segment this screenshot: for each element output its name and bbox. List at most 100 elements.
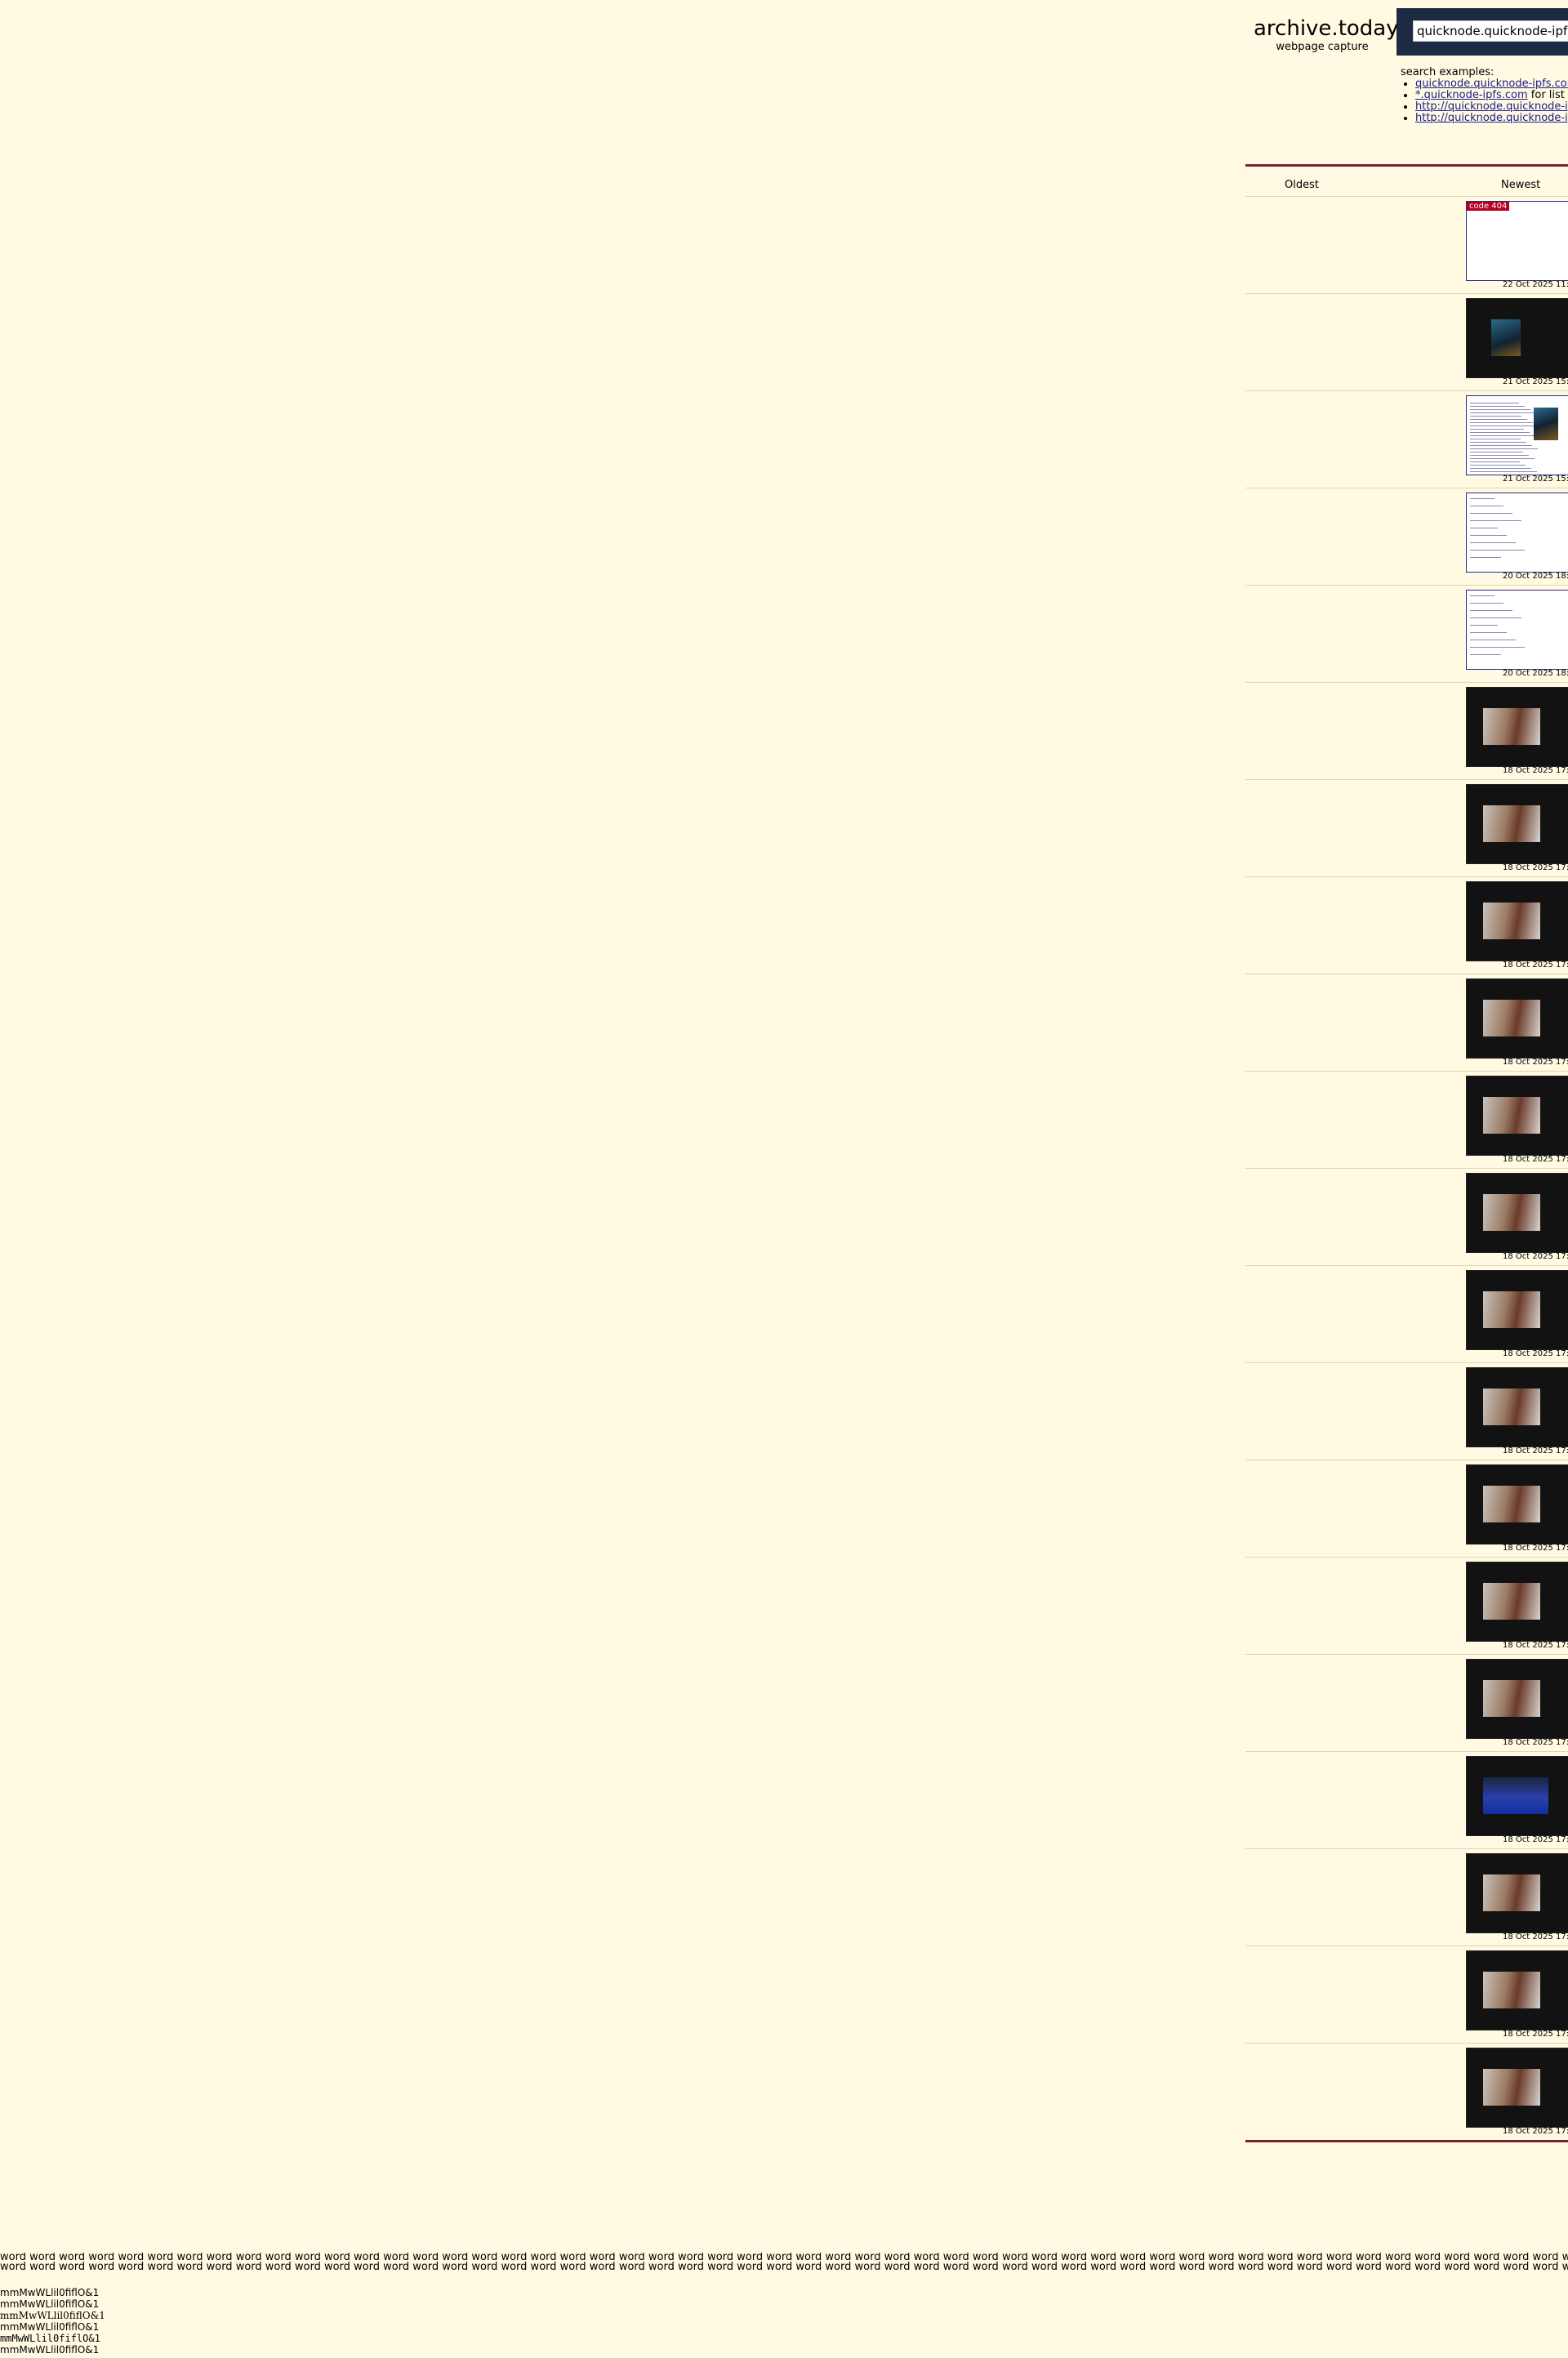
document-line [1470,542,1516,543]
capture-thumbnail[interactable] [1466,1270,1568,1350]
capture-thumbnail[interactable] [1466,978,1568,1059]
thumbnail-image [1483,1389,1540,1425]
capture-thumbnail[interactable] [1466,298,1568,378]
capture-timestamp: 18 Oct 2025 17:2 [1503,1349,1568,1358]
captures-list: code 404 22 Oct 2025 11:1 21 Oct 2025 15:3… [1245,197,1568,2141]
capture-row: 18 Oct 2025 17:2 [1245,1849,1568,1946]
document-line [1470,429,1524,430]
logo-link[interactable]: archive.today [1254,16,1399,41]
document-line [1470,465,1526,466]
thumbnail-image [1483,805,1540,842]
thumbnail-image [1483,1680,1540,1717]
document-line [1470,416,1521,417]
capture-thumbnail[interactable] [1466,1076,1568,1156]
document-line [1470,535,1507,536]
capture-thumbnail[interactable] [1466,493,1568,573]
capture-timestamp: 18 Oct 2025 17:2 [1503,1738,1568,1747]
document-line [1470,419,1527,420]
capture-row: 21 Oct 2025 15:3 [1245,294,1568,391]
document-line [1470,610,1512,611]
capture-timestamp: 18 Oct 2025 17:2 [1503,1932,1568,1941]
capture-timestamp: 18 Oct 2025 17:2 [1503,1641,1568,1650]
capture-timestamp: 18 Oct 2025 17:2 [1503,1446,1568,1455]
capture-timestamp: 18 Oct 2025 17:2 [1503,1544,1568,1553]
capture-thumbnail[interactable] [1466,1853,1568,1933]
capture-thumbnail[interactable] [1466,1562,1568,1642]
capture-row: 18 Oct 2025 17:2 [1245,1169,1568,1266]
capture-row: 18 Oct 2025 17:2 [1245,683,1568,780]
document-line [1470,654,1501,655]
capture-timestamp: 20 Oct 2025 18:2 [1503,669,1568,678]
column-oldest: Oldest [1285,179,1319,191]
logo: archive.today webpage capture [1254,16,1399,54]
capture-thumbnail[interactable] [1466,1950,1568,2030]
capture-row: 18 Oct 2025 17:2 [1245,780,1568,877]
document-line [1470,442,1526,443]
capture-timestamp: 21 Oct 2025 15:3 [1503,377,1568,386]
search-example-link[interactable]: http://quicknode.quicknode-ipfs.co [1415,100,1568,113]
capture-thumbnail[interactable] [1466,590,1568,670]
capture-row: 18 Oct 2025 17:2 [1245,877,1568,974]
font-sample-line: mmMwWLlil0fiflO&1 [0,2344,100,2356]
capture-row: 18 Oct 2025 17:2 [1245,2044,1568,2141]
capture-row: code 404 22 Oct 2025 11:1 [1245,197,1568,294]
document-line [1470,557,1501,558]
document-line [1470,647,1525,648]
search-bar [1396,8,1568,56]
thumbnail-image [1483,1583,1540,1620]
document-line [1470,625,1498,626]
capture-thumbnail[interactable] [1466,395,1568,475]
capture-timestamp: 18 Oct 2025 17:2 [1503,1058,1568,1067]
search-example-link[interactable]: quicknode.quicknode-ipfs.com [1415,78,1568,90]
search-example-link[interactable]: http://quicknode.quicknode-ipfs.co [1415,112,1568,124]
document-line [1470,422,1533,423]
font-sample-line: mmMwWLlil0fiflO&1 [0,2310,105,2321]
thumbnail-image [1483,1097,1540,1134]
search-example-item: http://quicknode.quicknode-ipfs.co [1415,101,1568,113]
font-sample-line: mmMwWLlil0fiflO&1 [0,2298,100,2310]
error-badge: code 404 [1467,202,1510,211]
thumbnail-image [1483,1777,1548,1814]
capture-thumbnail[interactable] [1466,1367,1568,1447]
capture-row: 18 Oct 2025 17:2 [1245,1363,1568,1460]
capture-row: 18 Oct 2025 17:2 [1245,1558,1568,1655]
capture-thumbnail[interactable] [1466,881,1568,961]
capture-timestamp: 22 Oct 2025 11:1 [1503,280,1568,289]
document-line [1470,458,1535,459]
document-line [1470,617,1521,618]
search-example-item: *.quicknode-ipfs.com for list of sub [1415,90,1568,101]
document-line [1470,603,1503,604]
font-sample-line: mmMwWLlil0fiflO&1 [0,2321,100,2333]
thumbnail-image [1491,319,1521,356]
filler-text: word word word word word word word word … [0,2253,1568,2272]
capture-thumbnail[interactable] [1466,784,1568,864]
capture-thumbnail[interactable] [1466,2048,1568,2128]
capture-thumbnail[interactable] [1466,687,1568,767]
capture-timestamp: 18 Oct 2025 17:2 [1503,2030,1568,2039]
search-input[interactable] [1413,20,1568,42]
filler-line: word word word word word word word word … [0,2261,1568,2272]
logo-subtitle: webpage capture [1276,41,1369,53]
search-example-note: for list of sub [1530,89,1568,101]
capture-thumbnail[interactable] [1466,1756,1568,1836]
capture-row: 21 Oct 2025 15:3 [1245,391,1568,488]
column-headers: Oldest Newest [1245,175,1568,197]
document-line [1470,513,1512,514]
capture-thumbnail[interactable] [1466,1173,1568,1253]
capture-row: 18 Oct 2025 17:2 [1245,1946,1568,2044]
search-example-item: quicknode.quicknode-ipfs.com for [1415,78,1568,90]
thumbnail-image [1483,708,1540,745]
capture-row: 18 Oct 2025 17:2 [1245,1460,1568,1558]
document-line [1470,455,1529,456]
capture-timestamp: 18 Oct 2025 17:2 [1503,1155,1568,1164]
capture-thumbnail[interactable] [1466,1659,1568,1739]
search-examples-heading: search examples: [1401,66,1494,78]
font-sample-line: mmMwWLlil0fiflO&1 [0,2333,100,2344]
capture-row: 18 Oct 2025 17:2 [1245,974,1568,1072]
capture-thumbnail[interactable] [1466,1464,1568,1545]
search-example-link[interactable]: *.quicknode-ipfs.com [1415,89,1528,101]
page: archive.today webpage capture search exa… [0,0,1568,2358]
capture-row: 20 Oct 2025 18:2 [1245,586,1568,683]
capture-thumbnail[interactable]: code 404 [1466,201,1568,281]
capture-timestamp: 18 Oct 2025 17:2 [1503,961,1568,969]
